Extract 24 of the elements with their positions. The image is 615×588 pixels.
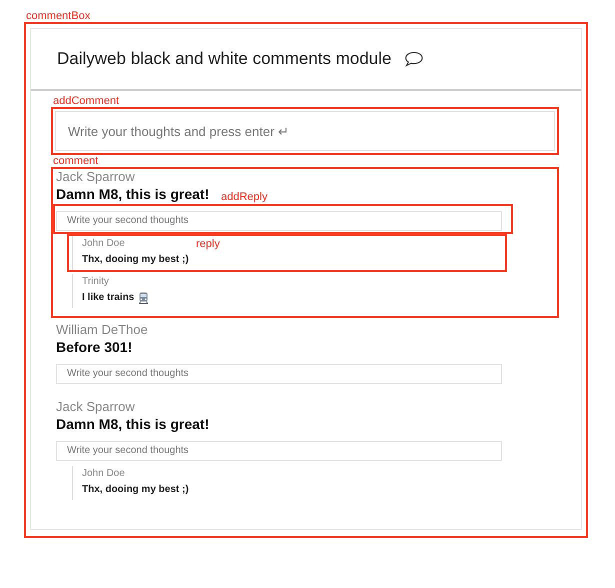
annotation-label: reply: [196, 238, 220, 251]
reply-author: John Doe: [82, 467, 125, 480]
reply-input[interactable]: Write your second thoughts: [56, 364, 502, 384]
comment-author: Jack Sparrow: [56, 169, 135, 185]
speech-bubble-icon: [404, 51, 424, 67]
reply-text: Thx, dooing my best ;): [82, 253, 189, 267]
comment-input[interactable]: Write your thoughts and press enter ↵: [55, 111, 555, 151]
reply-text: I like trains: [82, 291, 134, 305]
reply-author: Trinity: [82, 275, 109, 288]
comment-text: Damn M8, this is great!: [56, 415, 210, 434]
train-icon: [138, 292, 150, 304]
module-title: Dailyweb black and white comments module: [57, 48, 392, 70]
reply-input[interactable]: Write your second thoughts: [56, 440, 502, 460]
comment-author: Jack Sparrow: [56, 399, 135, 415]
comment-text: Before 301!: [56, 338, 132, 357]
reply-author: John Doe: [82, 237, 125, 250]
comment-text: Damn M8, this is great!: [56, 185, 210, 204]
annotation-label: commentBox: [26, 10, 90, 23]
annotation-label: addComment: [53, 95, 120, 108]
reply-input[interactable]: Write your second thoughts: [56, 210, 502, 230]
comment-author: William DeThoe: [56, 322, 148, 338]
reply-text: Thx, dooing my best ;): [82, 483, 189, 497]
annotation-label: comment: [53, 155, 98, 168]
annotation-label: addReply: [221, 191, 268, 204]
